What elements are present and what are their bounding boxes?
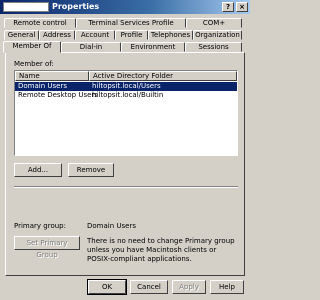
tab-remote-control[interactable]: Remote control [4,18,76,28]
tab-sessions[interactable]: Sessions [185,42,242,52]
window-title: Properties [52,2,100,11]
set-primary-group-button[interactable]: Set Primary Group [14,236,80,259]
tab-address[interactable]: Address [39,30,75,40]
member-of-label: Member of: [14,60,54,68]
divider [14,186,238,188]
tab-dial-in[interactable]: Dial-in [61,42,121,52]
tab-profile[interactable]: Profile [115,30,148,40]
remove-button[interactable]: Remove [68,163,114,177]
apply-button[interactable]: Apply [172,280,206,294]
tab-environment[interactable]: Environment [121,42,185,52]
column-header-name[interactable]: Name [15,71,89,81]
list-item[interactable]: Domain Users hiltopsit.local/Users [15,82,237,91]
groups-list[interactable]: Name Active Directory Folder Domain User… [14,70,238,156]
tab-com-plus[interactable]: COM+ [186,18,242,28]
tab-account[interactable]: Account [75,30,115,40]
group-name: Remote Desktop Users [18,91,98,99]
title-object-name-field [3,2,49,12]
title-bar[interactable]: Properties ? × [0,0,250,14]
ok-button[interactable]: OK [87,279,127,295]
tab-terminal-services-profile[interactable]: Terminal Services Profile [76,18,186,28]
tab-general[interactable]: General [4,30,39,40]
group-folder: hiltopsit.local/Users [92,82,161,90]
tab-organization[interactable]: Organization [193,30,242,40]
tab-member-of[interactable]: Member Of [3,41,61,53]
primary-group-label: Primary group: [14,222,66,230]
column-header-folder[interactable]: Active Directory Folder [89,71,237,81]
primary-group-hint: There is no need to change Primary group… [87,237,235,263]
group-name: Domain Users [18,82,67,90]
cancel-button[interactable]: Cancel [130,280,168,294]
close-button[interactable]: × [236,2,248,12]
help-button[interactable]: Help [210,280,244,294]
add-button[interactable]: Add... [14,163,62,177]
group-folder: hiltopsit.local/Builtin [92,91,164,99]
help-title-button[interactable]: ? [222,2,234,12]
list-item[interactable]: Remote Desktop Users hiltopsit.local/Bui… [15,91,237,100]
primary-group-value: Domain Users [87,222,136,230]
properties-dialog: Properties ? × Remote control Terminal S… [0,0,250,300]
tab-telephones[interactable]: Telephones [148,30,193,40]
